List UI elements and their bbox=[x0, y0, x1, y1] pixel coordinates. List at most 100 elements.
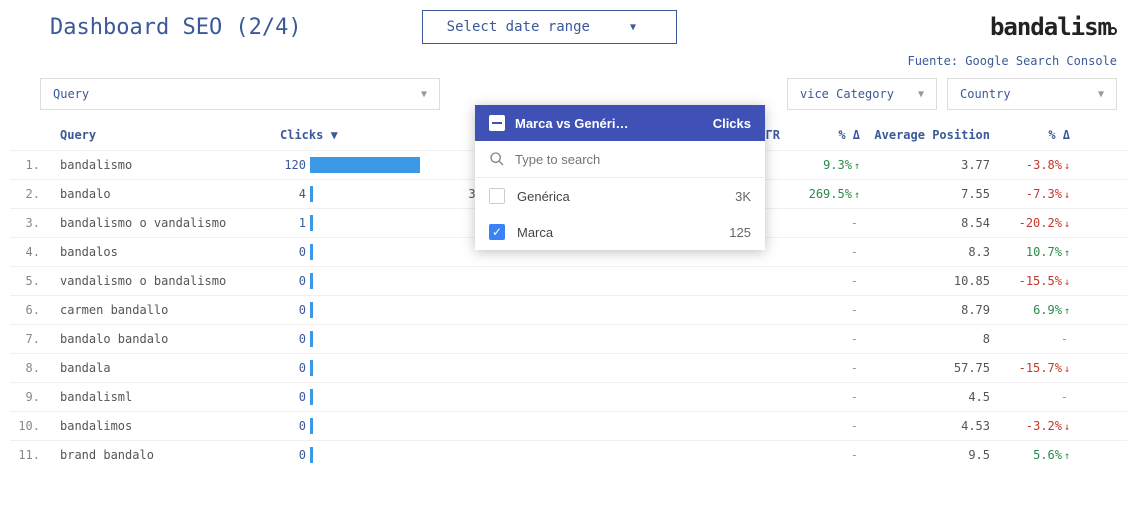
row-clicks: 4 bbox=[280, 186, 460, 202]
checkbox-unchecked-icon[interactable] bbox=[489, 188, 505, 204]
row-index: 3. bbox=[10, 216, 50, 230]
date-range-select[interactable]: Select date range ▼ bbox=[422, 10, 677, 44]
data-source-label: Fuente: Google Search Console bbox=[0, 49, 1137, 78]
row-ctr-delta: - bbox=[780, 419, 860, 433]
filter-query-label: Query bbox=[53, 87, 89, 101]
clicks-bar bbox=[310, 360, 313, 376]
row-clicks: 1 bbox=[280, 215, 460, 231]
filter-query[interactable]: Query ▼ bbox=[40, 78, 440, 110]
clicks-bar bbox=[310, 331, 313, 347]
row-avg-position: 57.75 bbox=[860, 361, 990, 375]
row-query: bandalismo bbox=[50, 158, 280, 172]
chevron-down-icon: ▼ bbox=[918, 89, 924, 100]
row-avg-position: 10.85 bbox=[860, 274, 990, 288]
table-row[interactable]: 11.brand bandalo0-9.55.6%↑ bbox=[10, 440, 1127, 469]
clicks-bar bbox=[310, 447, 313, 463]
table-row[interactable]: 6.carmen bandallo0-8.796.9%↑ bbox=[10, 295, 1127, 324]
clicks-bar bbox=[310, 186, 313, 202]
row-index: 6. bbox=[10, 303, 50, 317]
row-query: bandalimos bbox=[50, 419, 280, 433]
checkbox-checked-icon[interactable]: ✓ bbox=[489, 224, 505, 240]
row-ctr-delta: 269.5%↑ bbox=[780, 187, 860, 201]
row-avg-position: 9.5 bbox=[860, 448, 990, 462]
row-avg-position-delta: 5.6%↑ bbox=[990, 448, 1070, 462]
row-avg-position-delta: 6.9%↑ bbox=[990, 303, 1070, 317]
row-avg-position: 7.55 bbox=[860, 187, 990, 201]
row-query: carmen bandallo bbox=[50, 303, 280, 317]
row-query: bandalos bbox=[50, 245, 280, 259]
indeterminate-checkbox-icon[interactable] bbox=[489, 115, 505, 131]
row-clicks: 0 bbox=[280, 360, 460, 376]
row-index: 2. bbox=[10, 187, 50, 201]
row-query: bandala bbox=[50, 361, 280, 375]
header-ctr-delta[interactable]: % Δ bbox=[780, 128, 860, 142]
row-ctr-delta: - bbox=[780, 361, 860, 375]
popup-title: Marca vs Genéri… bbox=[515, 116, 703, 131]
row-avg-position-delta: -7.3%↓ bbox=[990, 187, 1070, 201]
row-clicks: 120 bbox=[280, 157, 460, 173]
clicks-bar bbox=[310, 389, 313, 405]
row-ctr-delta: - bbox=[780, 390, 860, 404]
popup-filter-item[interactable]: ✓Marca125 bbox=[475, 214, 765, 250]
row-avg-position: 3.77 bbox=[860, 158, 990, 172]
header-avg-position[interactable]: Average Position bbox=[860, 128, 990, 142]
header-clicks[interactable]: Clicks ▼ bbox=[280, 128, 360, 142]
row-query: bandalismo o vandalismo bbox=[50, 216, 280, 230]
row-clicks: 0 bbox=[280, 331, 460, 347]
row-ctr-delta: 9.3%↑ bbox=[780, 158, 860, 172]
filter-popup: Marca vs Genéri… Clicks Genérica3K✓Marca… bbox=[475, 105, 765, 250]
row-query: bandalo bandalo bbox=[50, 332, 280, 346]
row-avg-position: 4.5 bbox=[860, 390, 990, 404]
popup-search-row bbox=[475, 141, 765, 178]
table-row[interactable]: 5.vandalismo o bandalismo0-10.85-15.5%↓ bbox=[10, 266, 1127, 295]
row-index: 7. bbox=[10, 332, 50, 346]
search-icon bbox=[489, 151, 505, 167]
table-row[interactable]: 7.bandalo bandalo0-8- bbox=[10, 324, 1127, 353]
popup-metric-label: Clicks bbox=[713, 116, 751, 131]
row-ctr-delta: - bbox=[780, 245, 860, 259]
filter-device-category[interactable]: vice Category ▼ bbox=[787, 78, 937, 110]
row-ctr-delta: - bbox=[780, 332, 860, 346]
row-index: 5. bbox=[10, 274, 50, 288]
row-avg-position-delta: 10.7%↑ bbox=[990, 245, 1070, 259]
page-title: Dashboard SEO (2/4) bbox=[50, 15, 302, 40]
row-clicks: 0 bbox=[280, 447, 460, 463]
chevron-down-icon: ▼ bbox=[421, 89, 427, 100]
popup-item-label: Genérica bbox=[517, 189, 723, 204]
popup-item-count: 125 bbox=[729, 225, 751, 240]
row-clicks: 0 bbox=[280, 418, 460, 434]
row-index: 9. bbox=[10, 390, 50, 404]
clicks-bar bbox=[310, 302, 313, 318]
row-index: 4. bbox=[10, 245, 50, 259]
row-ctr-delta: - bbox=[780, 448, 860, 462]
chevron-down-icon: ▼ bbox=[1098, 89, 1104, 100]
header-query[interactable]: Query bbox=[50, 128, 280, 142]
row-avg-position: 8.3 bbox=[860, 245, 990, 259]
row-query: vandalismo o bandalismo bbox=[50, 274, 280, 288]
row-clicks: 0 bbox=[280, 244, 460, 260]
header-avg-position-delta[interactable]: % Δ bbox=[990, 128, 1070, 142]
table-row[interactable]: 9.bandalisml0-4.5- bbox=[10, 382, 1127, 411]
row-query: bandalo bbox=[50, 187, 280, 201]
table-row[interactable]: 8.bandala0-57.75-15.7%↓ bbox=[10, 353, 1127, 382]
popup-search-input[interactable] bbox=[515, 152, 751, 167]
clicks-bar bbox=[310, 157, 420, 173]
row-clicks: 0 bbox=[280, 389, 460, 405]
table-row[interactable]: 10.bandalimos0-4.53-3.2%↓ bbox=[10, 411, 1127, 440]
popup-filter-item[interactable]: Genérica 3K bbox=[475, 178, 765, 214]
row-index: 10. bbox=[10, 419, 50, 433]
date-range-label: Select date range bbox=[447, 19, 590, 35]
clicks-bar bbox=[310, 244, 313, 260]
chevron-down-icon: ▼ bbox=[630, 22, 636, 33]
filter-device-label: vice Category bbox=[800, 87, 894, 101]
row-index: 1. bbox=[10, 158, 50, 172]
popup-header: Marca vs Genéri… Clicks bbox=[475, 105, 765, 141]
popup-item-count: 3K bbox=[735, 189, 751, 204]
filter-country[interactable]: Country ▼ bbox=[947, 78, 1117, 110]
clicks-bar bbox=[310, 215, 313, 231]
row-clicks: 0 bbox=[280, 273, 460, 289]
row-avg-position-delta: - bbox=[990, 332, 1070, 346]
row-avg-position-delta: -3.8%↓ bbox=[990, 158, 1070, 172]
row-avg-position-delta: - bbox=[990, 390, 1070, 404]
row-index: 8. bbox=[10, 361, 50, 375]
